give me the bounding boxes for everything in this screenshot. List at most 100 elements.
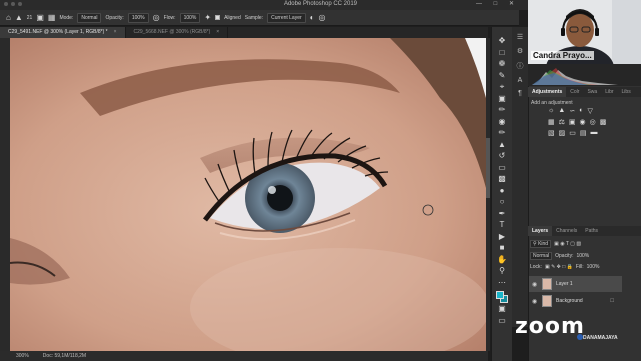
hue-saturation-icon[interactable]: ▦ — [548, 118, 555, 126]
tab-paths[interactable]: Paths — [581, 226, 602, 236]
aligned-checkbox[interactable] — [215, 15, 221, 20]
photo-filter-icon[interactable]: ◉ — [580, 118, 586, 126]
doc-tab-label: C29_5668.NEF @ 300% (RGB/8*) — [133, 29, 211, 35]
ignore-adjustment-icon[interactable]: ◐ — [310, 13, 315, 22]
layer-row-background[interactable]: ◉ Background □ — [529, 293, 622, 309]
screen-mode-icon[interactable]: ▭ — [498, 315, 506, 327]
filter-icons[interactable]: ▣ ◉ T ▢ ▧ — [554, 241, 581, 247]
collapsed-panel-strip: ☰ ⚙ ⓘ A ¶ — [512, 27, 528, 327]
opacity-field[interactable]: 100% — [127, 12, 149, 23]
sample-select[interactable]: Current Layer — [267, 12, 306, 23]
image-canvas[interactable] — [10, 38, 486, 351]
black-white-icon[interactable]: ▣ — [569, 118, 576, 126]
tab-color[interactable]: Colr — [566, 87, 583, 97]
marquee-tool-icon[interactable]: □ — [500, 47, 505, 59]
layer-filter-kind: Kind — [538, 241, 549, 247]
options-bar: ⌂ ▲ 21 ▣ ▦ Mode: Normal Opacity: 100% ◎ … — [0, 10, 519, 26]
brightness-contrast-icon[interactable]: ☼ — [548, 107, 554, 115]
more-tools-icon[interactable]: ⋯ — [498, 277, 506, 289]
shape-tool-icon[interactable]: ■ — [500, 242, 505, 254]
curves-icon[interactable]: ∽ — [569, 107, 575, 115]
zoom-tool-icon[interactable]: ⚲ — [499, 265, 505, 277]
type-tool-icon[interactable]: T — [500, 219, 505, 231]
color-swatches[interactable] — [496, 291, 508, 303]
character-panel-icon[interactable]: A — [518, 77, 523, 84]
pressure-opacity-icon[interactable]: ◎ — [153, 13, 160, 22]
invert-icon[interactable]: ▧ — [548, 129, 555, 137]
layer-opacity-value[interactable]: 100% — [576, 253, 589, 259]
blur-tool-icon[interactable]: ● — [500, 185, 505, 197]
layer-row-layer1[interactable]: ◉ Layer 1 — [529, 276, 622, 292]
dodge-tool-icon[interactable]: ○ — [500, 196, 505, 208]
posterize-icon[interactable]: ▨ — [559, 129, 566, 137]
mode-select[interactable]: Normal — [77, 12, 102, 23]
tab-libs[interactable]: Libs — [618, 87, 635, 97]
add-adjustment-label: Add an adjustment — [531, 100, 573, 106]
move-tool-icon[interactable]: ✥ — [499, 35, 506, 47]
scrollbar-thumb[interactable] — [486, 138, 490, 198]
window-controls[interactable]: — □ ✕ — [476, 0, 519, 7]
tab-layers[interactable]: Layers — [528, 226, 553, 236]
brand-name: DANAMAJAYA — [583, 335, 618, 341]
pen-tool-icon[interactable]: ✒ — [499, 208, 506, 220]
flow-field[interactable]: 100% — [179, 12, 201, 23]
gradient-map-icon[interactable]: ▬ — [591, 129, 598, 137]
history-panel-icon[interactable]: ☰ — [517, 33, 523, 41]
fill-value[interactable]: 100% — [587, 264, 600, 270]
close-icon[interactable]: × — [114, 29, 117, 35]
eye-icon[interactable]: ◉ — [532, 281, 538, 288]
channel-mixer-icon[interactable]: ◎ — [590, 118, 596, 126]
tab-libraries[interactable]: Libr — [601, 87, 617, 97]
pressure-size-icon[interactable]: ◎ — [319, 13, 326, 22]
eye-icon[interactable]: ◉ — [532, 298, 538, 305]
histogram-graph — [532, 68, 618, 85]
brush-size-value[interactable]: 21 — [27, 15, 33, 21]
doc-tab-active[interactable]: C29_5491.NEF @ 300% (Layer 1, RGB/8*) * × — [0, 27, 126, 38]
fill-label: Fill: — [575, 264, 584, 270]
doc-tab-second[interactable]: C29_5668.NEF @ 300% (RGB/8*) × — [126, 27, 229, 38]
document-tabs: C29_5491.NEF @ 300% (Layer 1, RGB/8*) * ×… — [0, 27, 488, 38]
paragraph-panel-icon[interactable]: ¶ — [518, 90, 522, 97]
adjustments-tabs: Adjustments Colr Swa Libr Libs — [528, 87, 641, 97]
frame-tool-icon[interactable]: ▣ — [498, 93, 506, 105]
airbrush-icon[interactable]: ✦ — [204, 13, 211, 22]
healing-brush-tool-icon[interactable]: ◉ — [499, 116, 506, 128]
hand-tool-icon[interactable]: ✋ — [497, 254, 507, 266]
lock-icons[interactable]: ▣ ✎ ✥ □ 🔒 — [545, 264, 573, 270]
brush-settings-icon[interactable]: ▣ — [36, 13, 44, 22]
history-brush-tool-icon[interactable]: ↺ — [499, 150, 506, 162]
zoom-level[interactable]: 300% — [16, 353, 29, 359]
gradient-tool-icon[interactable]: ▩ — [498, 173, 506, 185]
selective-color-icon[interactable]: ▤ — [580, 129, 587, 137]
eyedropper-tool-icon[interactable]: ✏ — [499, 104, 506, 116]
tab-channels[interactable]: Channels — [552, 226, 581, 236]
color-balance-icon[interactable]: ⚖ — [559, 118, 565, 126]
home-icon[interactable]: ⌂ — [6, 13, 11, 22]
adjustment-icons-row-3: ▧ ▨ ▭ ▤ ▬ — [548, 129, 598, 137]
quick-mask-icon[interactable]: ▣ — [498, 303, 506, 315]
layer-name: Layer 1 — [556, 281, 573, 287]
brush-tool-icon[interactable]: ✏ — [499, 127, 506, 139]
vibrance-icon[interactable]: ▽ — [587, 107, 592, 115]
color-lookup-icon[interactable]: ▩ — [600, 118, 607, 126]
clone-stamp-preset-icon[interactable]: ▲ — [15, 13, 23, 22]
info-panel-icon[interactable]: ⓘ — [517, 61, 524, 71]
clone-stamp-tool-icon[interactable]: ▲ — [498, 139, 506, 151]
tab-adjustments[interactable]: Adjustments — [528, 87, 567, 97]
levels-icon[interactable]: ▲ — [558, 107, 565, 115]
layer-filter-select[interactable]: ⚲ Kind — [530, 240, 552, 248]
quick-select-tool-icon[interactable]: ✎ — [499, 70, 506, 82]
threshold-icon[interactable]: ▭ — [569, 129, 576, 137]
foreground-color-swatch[interactable] — [496, 291, 504, 299]
clone-source-icon[interactable]: ▦ — [48, 13, 56, 22]
blend-mode-select[interactable]: Normal — [530, 252, 553, 260]
eraser-tool-icon[interactable]: ▭ — [498, 162, 506, 174]
vertical-scrollbar[interactable] — [486, 38, 490, 351]
tab-swatches[interactable]: Swa — [583, 87, 601, 97]
properties-panel-icon[interactable]: ⚙ — [517, 47, 523, 55]
close-icon[interactable]: × — [216, 29, 219, 35]
lasso-tool-icon[interactable]: ❁ — [499, 58, 506, 70]
path-select-tool-icon[interactable]: ▶ — [499, 231, 505, 243]
crop-tool-icon[interactable]: ⌖ — [500, 81, 505, 93]
exposure-icon[interactable]: ◐ — [579, 107, 583, 115]
